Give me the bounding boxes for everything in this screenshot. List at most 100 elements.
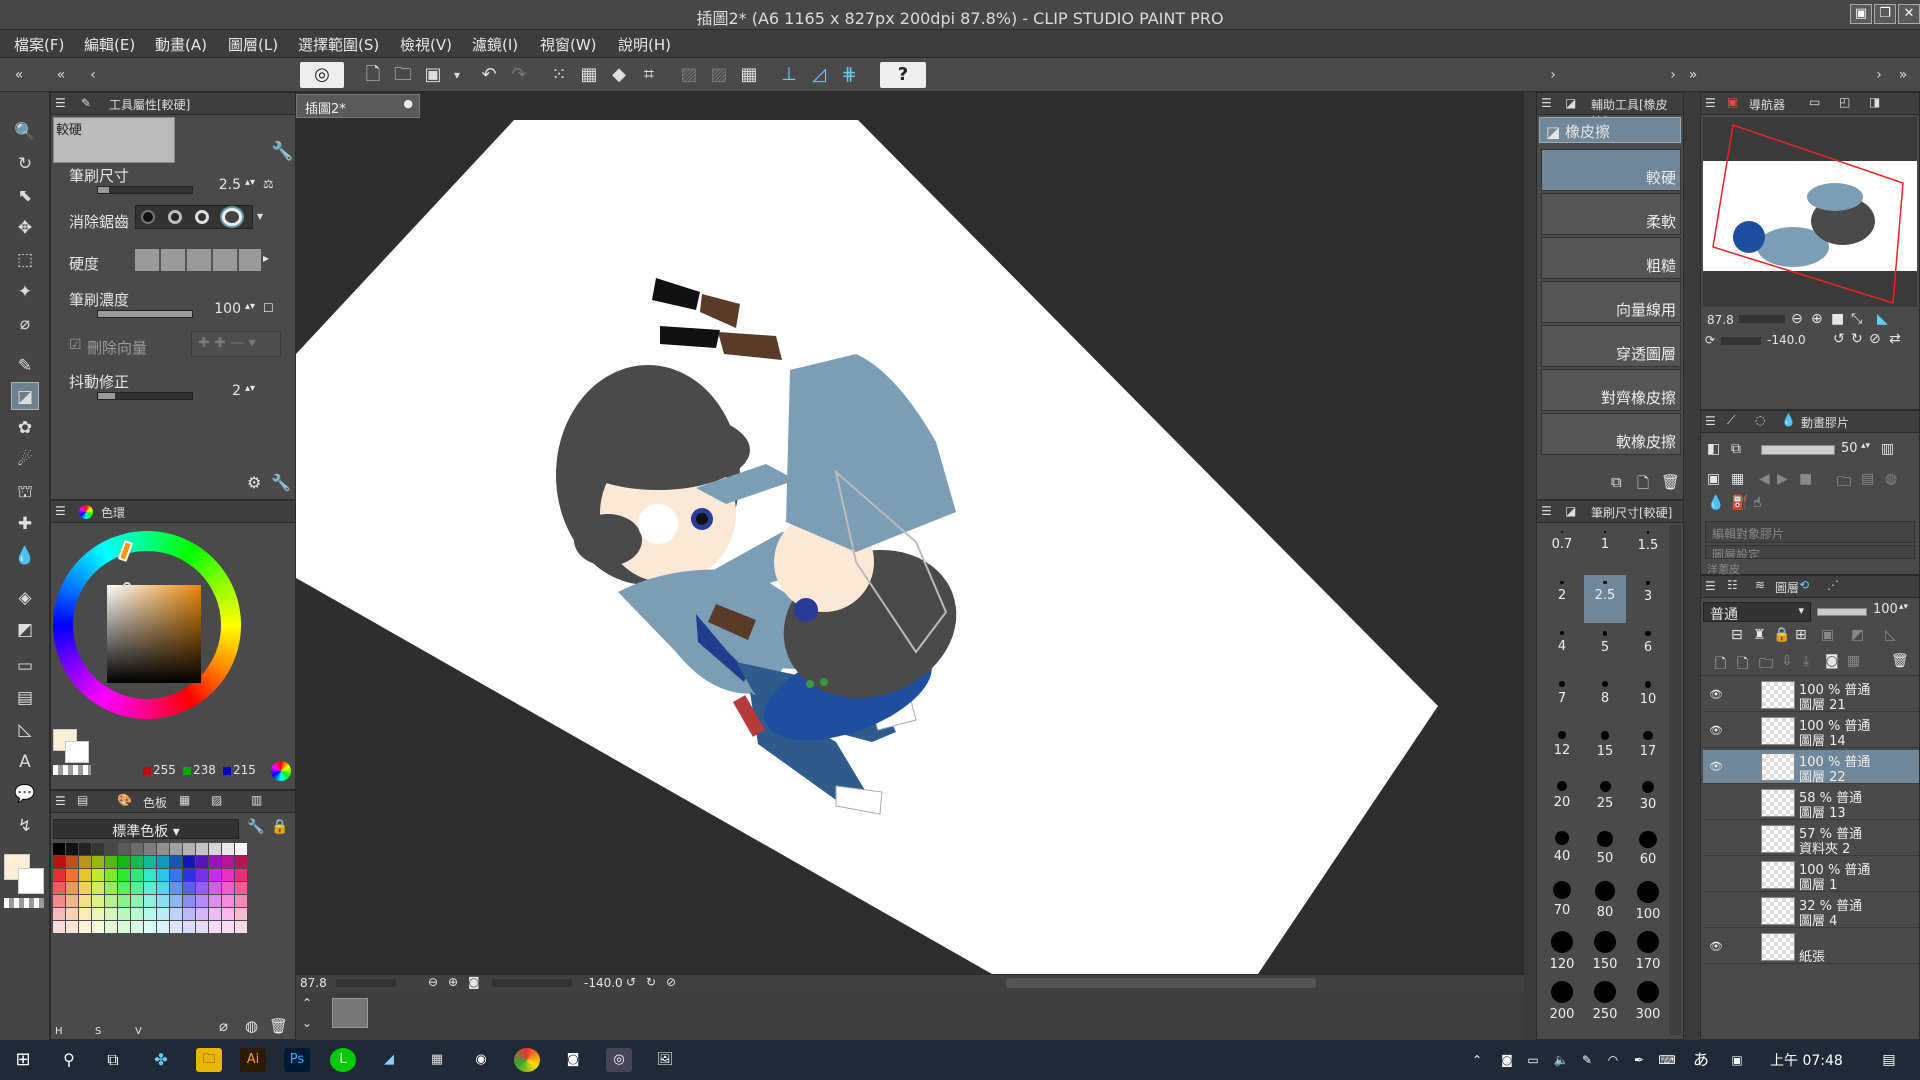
fit-window-icon[interactable]: ⤡ — [1851, 311, 1862, 327]
chevron-down-icon[interactable]: ▾ — [257, 209, 263, 223]
selection-icon[interactable]: ⬚ — [11, 246, 39, 274]
collapse-down-icon[interactable]: ⌄ — [302, 1016, 312, 1030]
layer-property-icon[interactable]: ☷ — [1727, 578, 1738, 592]
zoom-value[interactable]: 87.8 — [300, 976, 327, 990]
arrow-left-icon[interactable]: ◀ — [1759, 471, 1770, 487]
trash-icon[interactable]: 🗑 — [1891, 653, 1909, 669]
eraser-icon[interactable]: ◪ — [11, 382, 39, 410]
color-swatch[interactable] — [235, 856, 247, 868]
spin-icon[interactable]: ▴▾ — [1861, 441, 1870, 451]
panel-menu-icon[interactable]: ☰ — [55, 96, 66, 110]
drop-icon[interactable]: 💧 — [1707, 495, 1724, 511]
wrench-icon[interactable]: 🔧 — [271, 141, 293, 162]
tray-app-icon[interactable]: ◙ — [1494, 1048, 1520, 1072]
grid-snap-icon[interactable]: ⋕ — [836, 62, 862, 88]
arrow-right-icon[interactable]: › — [1540, 62, 1566, 88]
color-swatch[interactable] — [222, 869, 234, 881]
arrow-right-icon[interactable]: › — [1866, 62, 1892, 88]
menu-file[interactable]: 檔案(F) — [14, 34, 64, 55]
horizontal-scrollbar[interactable] — [1006, 978, 1316, 988]
color-swatch[interactable] — [235, 882, 247, 894]
brush-size-preset[interactable]: 2 — [1541, 575, 1583, 623]
color-swatch[interactable] — [105, 856, 117, 868]
color-swatch[interactable] — [118, 895, 130, 907]
color-swatch[interactable] — [157, 856, 169, 868]
chevron-down-icon[interactable]: ▾ — [1798, 604, 1804, 617]
subtool-group-tab[interactable]: ◪ 橡皮擦 — [1539, 117, 1681, 143]
color-swatch[interactable] — [92, 895, 104, 907]
ruler-snap-icon[interactable]: ⊥ — [776, 62, 802, 88]
fill-selection-icon[interactable]: ▦ — [576, 62, 602, 88]
spin-icon[interactable]: ▴▾ — [245, 301, 255, 312]
brush-size-preset[interactable]: 150 — [1584, 925, 1626, 973]
color-swatch[interactable] — [92, 869, 104, 881]
document-tab[interactable]: 插圖2* ● — [296, 94, 420, 118]
palette-icon[interactable]: 🎨 — [117, 793, 132, 807]
copy-subtool-icon[interactable]: ⧉ — [1611, 473, 1622, 491]
color-swatch[interactable] — [66, 895, 78, 907]
line-tab-icon[interactable]: ⟋ — [1727, 413, 1735, 428]
transform-icon[interactable]: ⌗ — [636, 62, 662, 88]
chrome-icon[interactable] — [514, 1048, 540, 1072]
color-swatch[interactable] — [105, 921, 117, 933]
color-swatch[interactable] — [170, 869, 182, 881]
lock-alpha-icon[interactable]: ⊞ — [1795, 627, 1807, 643]
trash-icon[interactable]: 🗑 — [1661, 473, 1680, 491]
color-swatch[interactable] — [144, 882, 156, 894]
color-swatch[interactable] — [170, 895, 182, 907]
eye-icon[interactable]: 👁 — [1709, 940, 1723, 953]
collapse-left-icon[interactable]: « — [48, 62, 74, 88]
chevron-right-icon[interactable]: ▸ — [263, 251, 269, 265]
open-folder-icon[interactable]: 🗀 — [390, 62, 416, 88]
frame-add-icon[interactable]: ▦ — [1731, 471, 1744, 487]
palette-color-icon[interactable]: ◩ — [1851, 627, 1864, 643]
menu-layer[interactable]: 圖層(L) — [228, 34, 278, 55]
edit-target-cel-field[interactable]: 編輯對象膠片 — [1705, 521, 1915, 543]
eyedropper-icon[interactable]: ⌀ — [219, 1017, 228, 1035]
eye-icon[interactable] — [1709, 796, 1721, 808]
navigator-rotation-slider[interactable] — [1721, 337, 1761, 345]
color-swatch[interactable] — [222, 856, 234, 868]
color-swatch[interactable] — [196, 908, 208, 920]
color-swatch[interactable] — [53, 856, 65, 868]
collapse-right-icon[interactable]: » — [1680, 62, 1706, 88]
ink-icon[interactable]: 💧 — [11, 542, 39, 570]
color-swatch[interactable] — [235, 921, 247, 933]
brush-size-preset[interactable]: 40 — [1541, 825, 1583, 873]
color-swatch[interactable] — [209, 921, 221, 933]
rotate-right-icon[interactable]: ↻ — [646, 975, 656, 989]
actual-size-icon[interactable]: ■ — [1831, 311, 1844, 327]
color-swatch[interactable] — [118, 882, 130, 894]
auto-action-icon[interactable]: ⋰ — [1827, 578, 1839, 592]
keyboard-icon[interactable]: ⌨ — [1654, 1048, 1680, 1072]
color-swatch[interactable] — [209, 856, 221, 868]
panel-menu-icon[interactable]: ☰ — [1541, 504, 1552, 518]
brush-size-preset[interactable]: 120 — [1541, 925, 1583, 973]
vertical-scrollbar[interactable] — [1669, 525, 1681, 1035]
brush-size-preset[interactable]: 70 — [1541, 875, 1583, 923]
flip-icon[interactable]: ◣ — [1877, 311, 1888, 327]
rotation-value[interactable]: -140.0 — [584, 976, 623, 990]
color-swatch[interactable] — [222, 882, 234, 894]
brush-size-preset[interactable]: 300 — [1627, 975, 1669, 1023]
ruler-icon[interactable]: ◺ — [1885, 627, 1896, 643]
layer-row[interactable]: 32 % 普通 圖層 4 — [1703, 894, 1919, 929]
color-swatch[interactable] — [196, 869, 208, 881]
swatch-grid[interactable] — [53, 843, 273, 963]
color-swatch[interactable] — [79, 908, 91, 920]
color-swatch[interactable] — [53, 882, 65, 894]
brush-size-preset[interactable]: 15 — [1584, 725, 1626, 773]
subtool-item[interactable]: 向量線用 — [1541, 281, 1681, 323]
color-swatch[interactable] — [209, 908, 221, 920]
layer-row[interactable]: 👁 100 % 普通 圖層 14 — [1703, 714, 1919, 749]
brush-size-preset[interactable]: 2.5 — [1584, 575, 1626, 623]
color-swatch[interactable] — [92, 908, 104, 920]
search-icon[interactable]: ⚲ — [56, 1048, 82, 1072]
color-swatch[interactable] — [183, 869, 195, 881]
color-swatch[interactable] — [66, 856, 78, 868]
navigator-rotation-value[interactable]: -140.0 — [1767, 333, 1806, 347]
layer-row[interactable]: 100 % 普通 圖層 1 — [1703, 858, 1919, 893]
color-swatch[interactable] — [105, 869, 117, 881]
navigator-zoom-slider[interactable] — [1739, 315, 1785, 323]
color-swatch[interactable] — [66, 921, 78, 933]
